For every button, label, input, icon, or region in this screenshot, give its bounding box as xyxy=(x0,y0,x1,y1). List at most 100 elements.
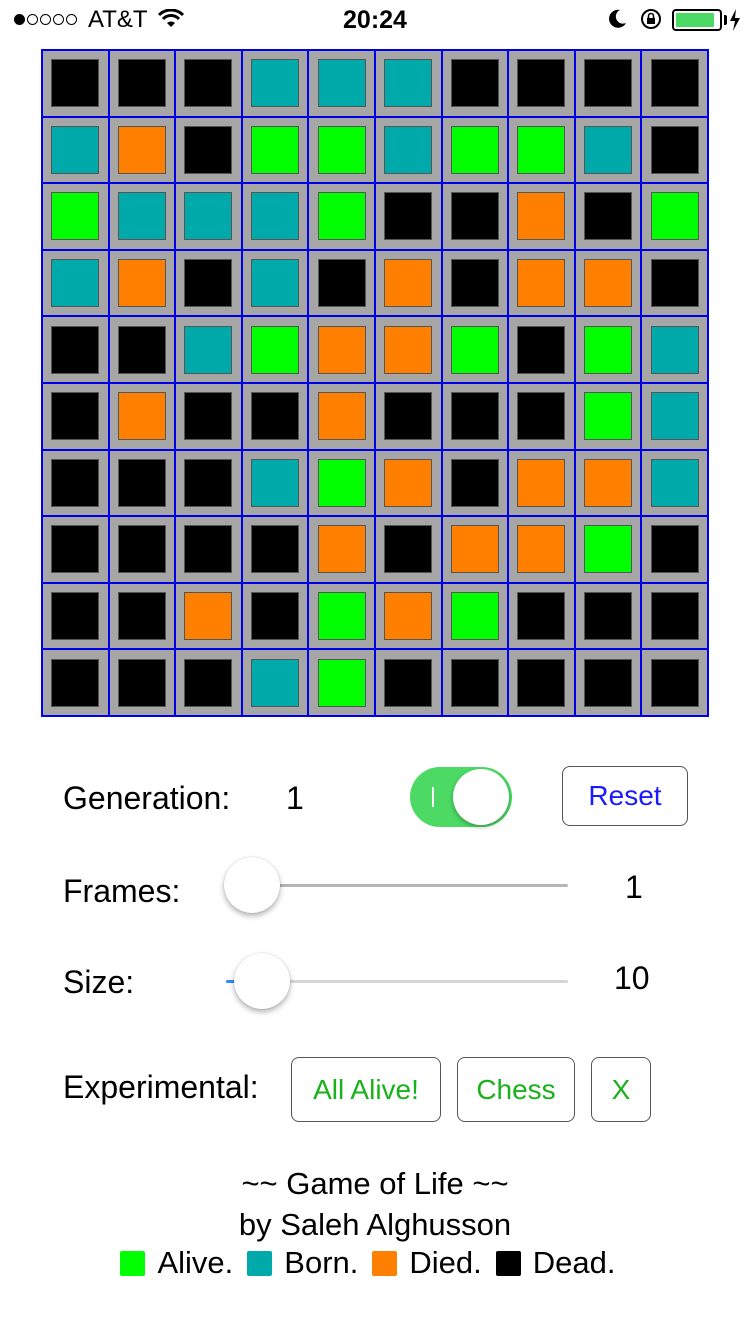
frames-slider-track[interactable] xyxy=(252,884,568,887)
grid-cell[interactable] xyxy=(43,117,110,185)
grid-cell[interactable] xyxy=(442,117,510,185)
grid-cell[interactable] xyxy=(642,184,709,251)
grid-cell[interactable] xyxy=(642,650,709,717)
grid-cell[interactable] xyxy=(509,51,576,118)
grid-cell[interactable] xyxy=(43,51,110,118)
grid-cell[interactable] xyxy=(509,583,576,651)
grid-cell[interactable] xyxy=(43,184,110,251)
grid-cell[interactable] xyxy=(509,184,576,251)
grid-cell[interactable] xyxy=(575,383,643,451)
grid-cell[interactable] xyxy=(642,117,709,185)
grid-cell[interactable] xyxy=(375,51,443,118)
grid-cell[interactable] xyxy=(109,517,177,584)
grid-cell[interactable] xyxy=(509,317,576,384)
grid-cell[interactable] xyxy=(442,517,510,584)
grid-cell[interactable] xyxy=(442,51,510,118)
grid-cell[interactable] xyxy=(309,117,376,185)
grid-cell[interactable] xyxy=(375,383,443,451)
grid-cell[interactable] xyxy=(309,583,376,651)
grid-cell[interactable] xyxy=(442,650,510,717)
grid-cell[interactable] xyxy=(642,450,709,518)
grid-cell[interactable] xyxy=(509,383,576,451)
grid-cell[interactable] xyxy=(242,317,310,384)
grid-cell[interactable] xyxy=(43,383,110,451)
grid-cell[interactable] xyxy=(375,517,443,584)
grid-cell[interactable] xyxy=(575,450,643,518)
grid-cell[interactable] xyxy=(242,517,310,584)
grid-cell[interactable] xyxy=(109,117,177,185)
grid-cell[interactable] xyxy=(43,583,110,651)
grid-cell[interactable] xyxy=(242,184,310,251)
grid-cell[interactable] xyxy=(43,650,110,717)
grid-cell[interactable] xyxy=(43,317,110,384)
grid-cell[interactable] xyxy=(375,583,443,651)
grid-cell[interactable] xyxy=(509,250,576,318)
grid-cell[interactable] xyxy=(642,517,709,584)
grid-cell[interactable] xyxy=(109,650,177,717)
grid-cell[interactable] xyxy=(375,184,443,251)
grid-cell[interactable] xyxy=(309,383,376,451)
grid-cell[interactable] xyxy=(242,51,310,118)
grid-cell[interactable] xyxy=(375,250,443,318)
grid-cell[interactable] xyxy=(242,650,310,717)
x-button[interactable]: X xyxy=(591,1057,651,1122)
grid-cell[interactable] xyxy=(642,317,709,384)
grid-cell[interactable] xyxy=(442,583,510,651)
grid-cell[interactable] xyxy=(43,250,110,318)
grid-cell[interactable] xyxy=(442,250,510,318)
chess-button[interactable]: Chess xyxy=(457,1057,575,1122)
grid-cell[interactable] xyxy=(109,450,177,518)
grid-cell[interactable] xyxy=(575,51,643,118)
grid-cell[interactable] xyxy=(109,51,177,118)
reset-button[interactable]: Reset xyxy=(562,766,688,826)
grid-cell[interactable] xyxy=(176,383,243,451)
grid-cell[interactable] xyxy=(109,383,177,451)
grid-cell[interactable] xyxy=(575,117,643,185)
grid-cell[interactable] xyxy=(642,583,709,651)
grid-cell[interactable] xyxy=(642,383,709,451)
grid-cell[interactable] xyxy=(176,450,243,518)
grid-cell[interactable] xyxy=(442,450,510,518)
grid-cell[interactable] xyxy=(442,317,510,384)
grid-cell[interactable] xyxy=(575,184,643,251)
all-alive-button[interactable]: All Alive! xyxy=(291,1057,441,1122)
grid-cell[interactable] xyxy=(309,517,376,584)
grid-cell[interactable] xyxy=(575,250,643,318)
grid-cell[interactable] xyxy=(509,650,576,717)
grid-cell[interactable] xyxy=(176,650,243,717)
grid-cell[interactable] xyxy=(642,51,709,118)
grid-cell[interactable] xyxy=(375,450,443,518)
grid-cell[interactable] xyxy=(176,117,243,185)
grid-cell[interactable] xyxy=(375,650,443,717)
grid-cell[interactable] xyxy=(242,383,310,451)
grid-cell[interactable] xyxy=(509,450,576,518)
grid-cell[interactable] xyxy=(375,117,443,185)
grid-cell[interactable] xyxy=(242,117,310,185)
grid-cell[interactable] xyxy=(309,184,376,251)
grid-cell[interactable] xyxy=(642,250,709,318)
grid-cell[interactable] xyxy=(176,317,243,384)
grid-cell[interactable] xyxy=(575,517,643,584)
grid-cell[interactable] xyxy=(109,317,177,384)
grid-cell[interactable] xyxy=(575,650,643,717)
grid-cell[interactable] xyxy=(375,317,443,384)
grid-cell[interactable] xyxy=(176,517,243,584)
run-toggle[interactable] xyxy=(410,767,512,827)
grid-cell[interactable] xyxy=(575,583,643,651)
grid-cell[interactable] xyxy=(242,450,310,518)
grid-cell[interactable] xyxy=(109,184,177,251)
grid-cell[interactable] xyxy=(309,51,376,118)
grid-cell[interactable] xyxy=(509,117,576,185)
frames-slider-knob[interactable] xyxy=(224,857,280,913)
grid-cell[interactable] xyxy=(509,517,576,584)
grid-cell[interactable] xyxy=(442,184,510,251)
grid-cell[interactable] xyxy=(309,250,376,318)
grid-cell[interactable] xyxy=(242,250,310,318)
grid-cell[interactable] xyxy=(176,250,243,318)
grid-cell[interactable] xyxy=(442,383,510,451)
grid-cell[interactable] xyxy=(309,450,376,518)
toggle-knob[interactable] xyxy=(453,769,509,825)
grid-cell[interactable] xyxy=(109,583,177,651)
grid-cell[interactable] xyxy=(176,51,243,118)
grid-cell[interactable] xyxy=(109,250,177,318)
